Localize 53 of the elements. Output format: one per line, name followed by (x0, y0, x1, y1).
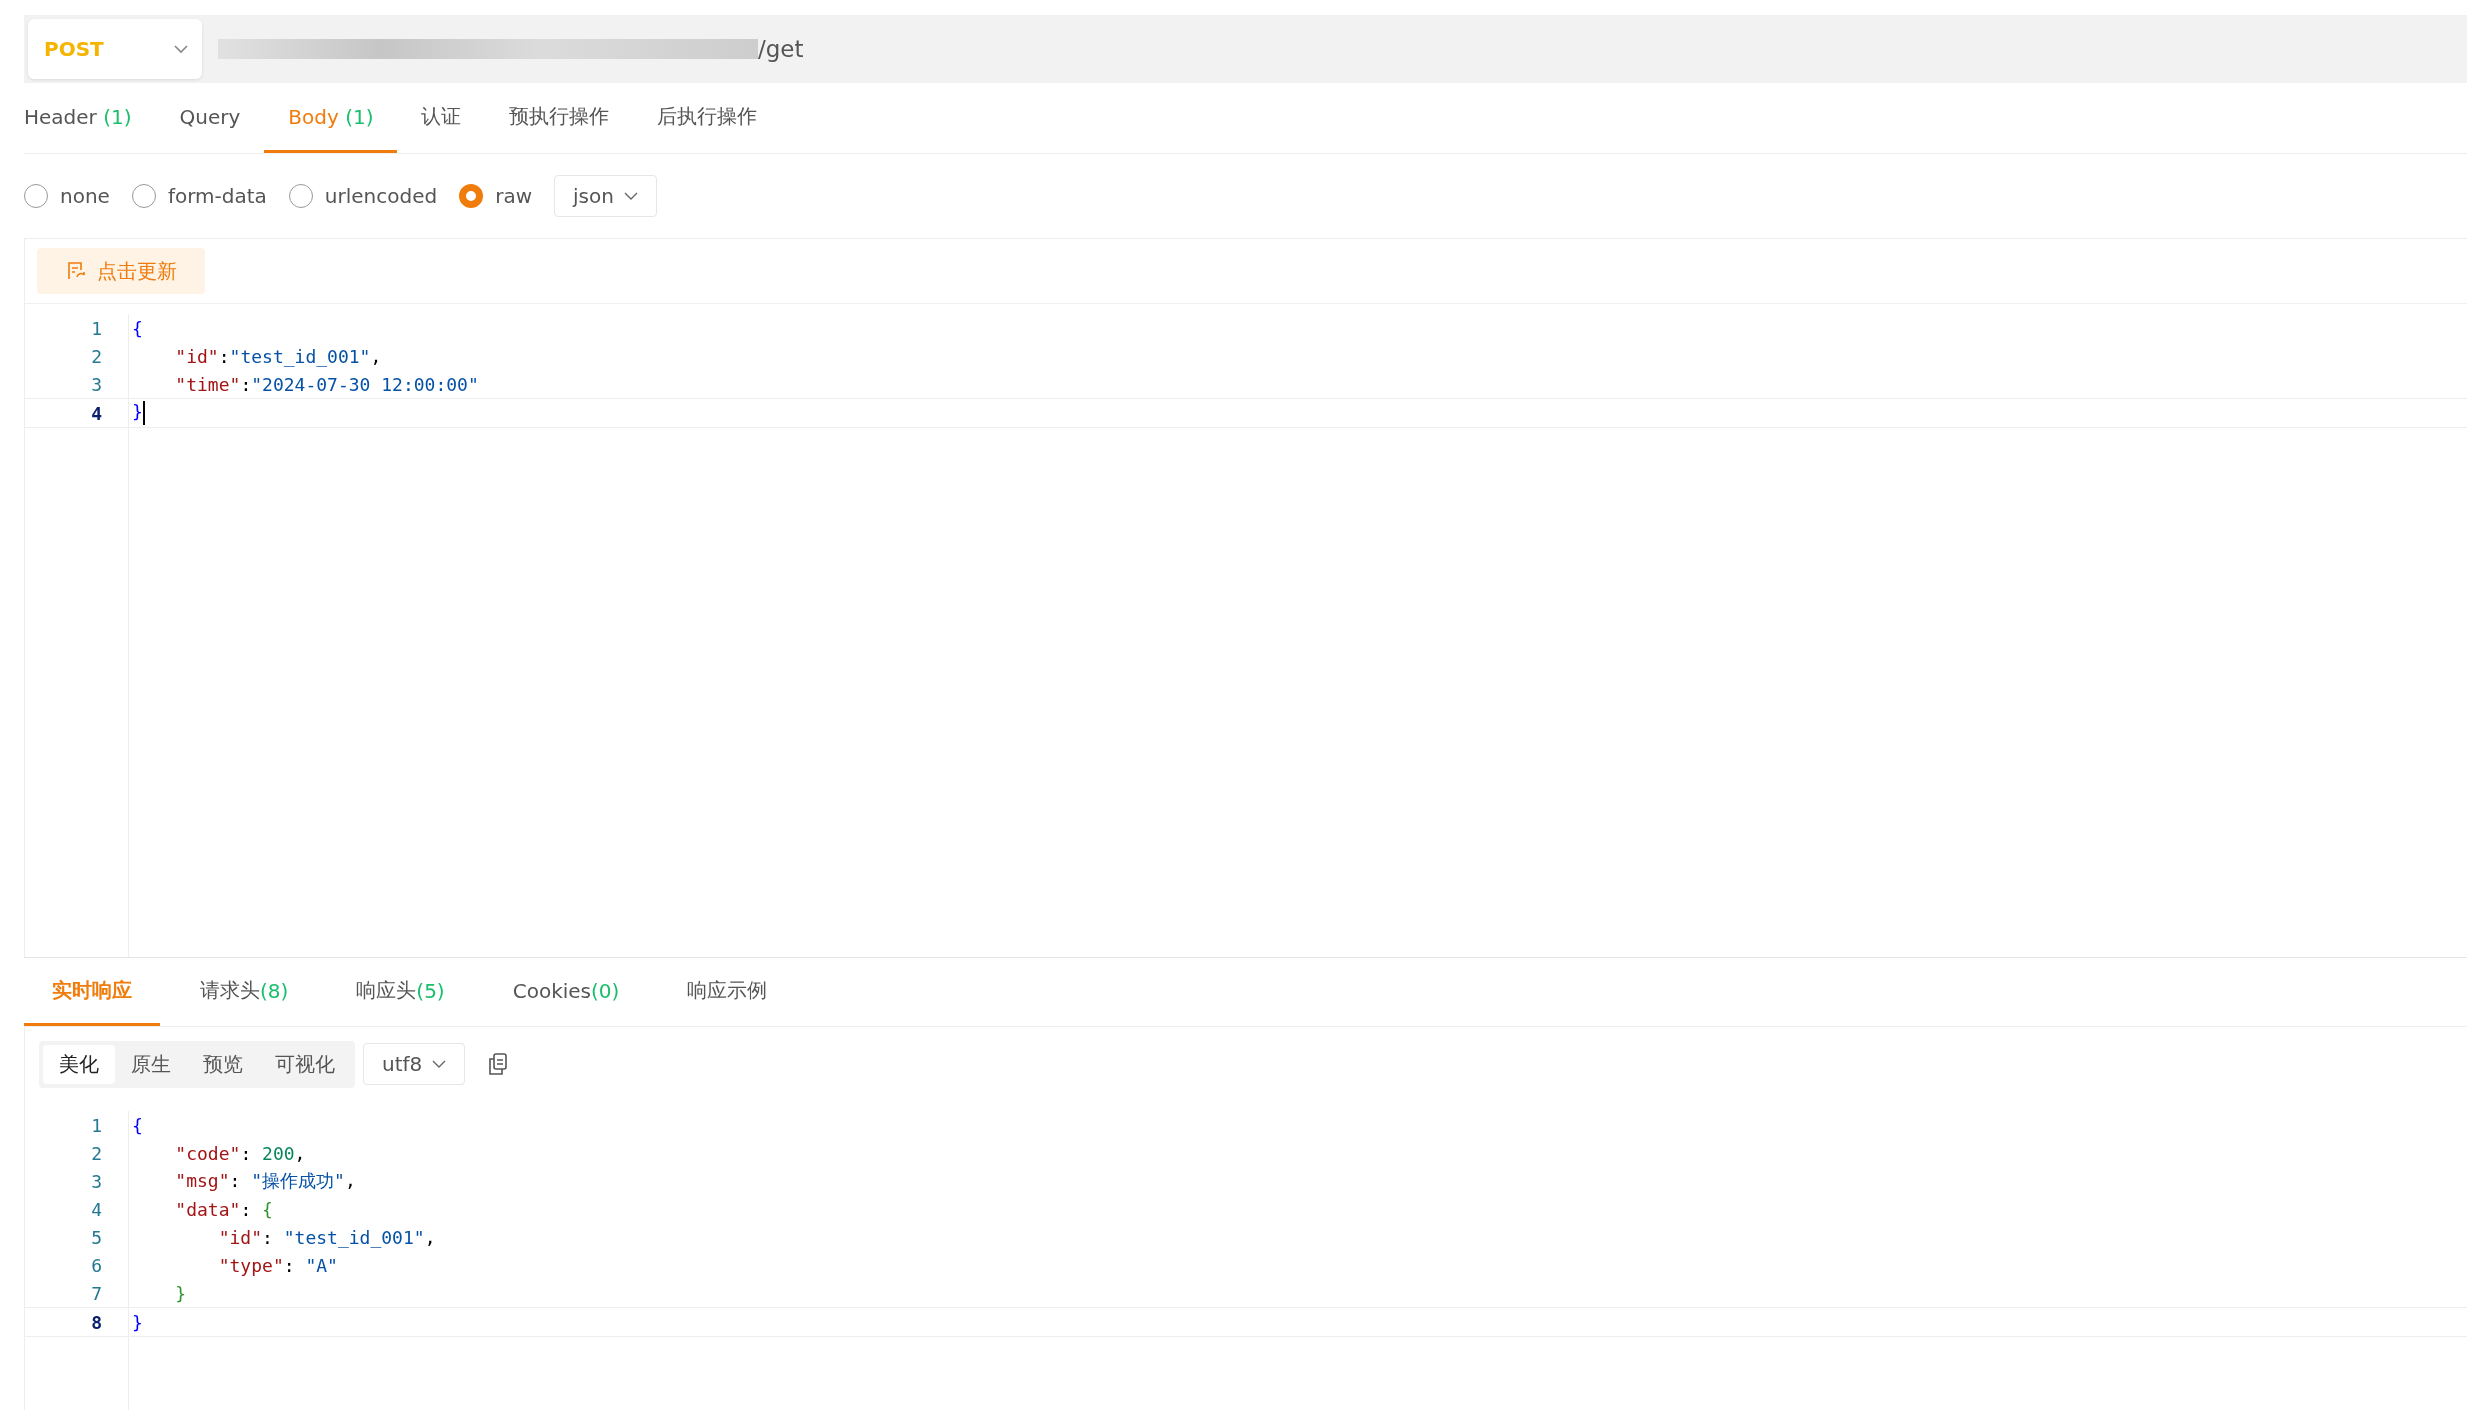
body-type-radio[interactable]: raw (459, 184, 533, 208)
chevron-down-icon (432, 1059, 447, 1069)
line-number: 3 (25, 370, 129, 398)
view-mode-button[interactable]: 美化 (43, 1044, 115, 1084)
response-tab[interactable]: 响应头(5) (328, 958, 473, 1026)
chevron-down-icon (623, 191, 638, 201)
response-tab[interactable]: 响应示例 (659, 958, 796, 1026)
response-tab[interactable]: 请求头(8) (172, 958, 317, 1026)
line-number: 1 (25, 1111, 129, 1139)
request-tab[interactable]: 后执行操作 (633, 83, 782, 153)
line-number: 8 (25, 1308, 129, 1336)
request-tab[interactable]: Query (155, 83, 265, 153)
line-number: 4 (25, 399, 129, 427)
code-line: "id": "test_id_001", (217, 1226, 436, 1248)
line-number: 2 (25, 342, 129, 370)
radio-label: urlencoded (324, 184, 438, 208)
line-number: 2 (25, 1139, 129, 1167)
line-number: 4 (25, 1195, 129, 1223)
line-number: 5 (25, 1223, 129, 1251)
url-field[interactable]: /get (218, 36, 804, 62)
radio-label: raw (495, 184, 533, 208)
code-line: "code": 200, (174, 1142, 306, 1164)
radio-label: form-data (167, 184, 267, 208)
code-line: "msg": "操作成功", (174, 1169, 356, 1193)
code-line: { (131, 317, 143, 339)
code-line: "type": "A" (217, 1254, 338, 1276)
line-number: 3 (25, 1167, 129, 1195)
copy-icon[interactable] (487, 1052, 510, 1076)
radio-label: none (60, 184, 110, 208)
line-number: 7 (25, 1279, 129, 1307)
line-number: 6 (25, 1251, 129, 1279)
chevron-down-icon (174, 44, 188, 54)
code-line: { (131, 1114, 143, 1136)
code-line: "data": { (174, 1198, 273, 1220)
view-mode-button[interactable]: 预览 (187, 1044, 259, 1084)
line-number: 1 (25, 314, 129, 342)
code-line: } (174, 1282, 187, 1304)
request-tab[interactable]: 预执行操作 (485, 83, 634, 153)
view-mode-button[interactable]: 原生 (115, 1044, 187, 1084)
body-type-radio[interactable]: none (24, 184, 110, 208)
encoding-dropdown[interactable]: utf8 (363, 1043, 466, 1085)
document-refresh-icon (65, 260, 87, 282)
request-tab[interactable]: Header (1) (24, 83, 156, 153)
format-dropdown[interactable]: json (554, 175, 657, 217)
view-mode-button[interactable]: 可视化 (259, 1044, 351, 1084)
body-type-radio[interactable]: urlencoded (288, 184, 438, 208)
response-tab[interactable]: Cookies(0) (484, 958, 648, 1026)
code-line: } (129, 401, 145, 425)
code-line: "id":"test_id_001", (174, 345, 382, 367)
body-type-radio[interactable]: form-data (131, 184, 267, 208)
code-line: } (131, 1311, 143, 1333)
code-line: "time":"2024-07-30 12:00:00" (174, 373, 479, 395)
request-tab[interactable]: 认证 (397, 83, 486, 153)
